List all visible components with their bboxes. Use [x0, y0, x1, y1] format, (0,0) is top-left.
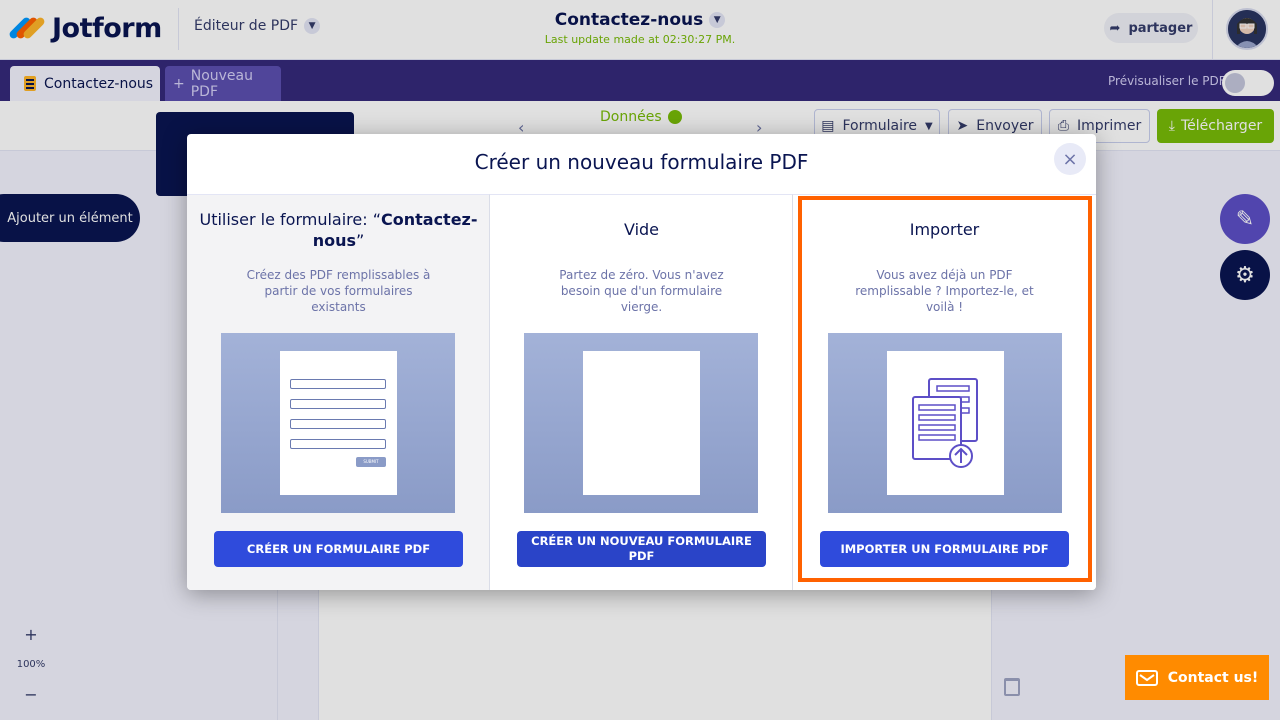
mail-icon	[1135, 669, 1158, 686]
option-use-form[interactable]: Utiliser le formulaire: “Contactez-nous”…	[187, 194, 490, 590]
contact-us-button[interactable]: Contact us!	[1125, 655, 1269, 700]
option-use-form-description: Créez des PDF remplissables à partir de …	[246, 268, 431, 314]
modal-title: Créer un nouveau formulaire PDF	[474, 150, 809, 174]
form-field-line	[290, 379, 386, 389]
contact-us-label: Contact us!	[1167, 669, 1259, 686]
form-field-line	[290, 399, 386, 409]
option-blank-description: Partez de zéro. Vous n'avez besoin que d…	[559, 268, 724, 314]
import-option-highlight	[798, 196, 1092, 582]
option-title-suffix: ”	[356, 231, 365, 250]
option-blank[interactable]: Vide Partez de zéro. Vous n'avez besoin …	[490, 194, 793, 590]
form-preview-illustration: SUBMIT	[221, 333, 455, 513]
create-new-pdf-button[interactable]: CRÉER UN NOUVEAU FORMULAIRE PDF	[517, 531, 766, 567]
close-icon[interactable]: ×	[1054, 143, 1086, 175]
form-sheet: SUBMIT	[280, 351, 397, 495]
option-title-prefix: Utiliser le formulaire: “	[199, 210, 381, 229]
form-field-line	[290, 419, 386, 429]
option-blank-title: Vide	[623, 220, 660, 239]
mini-submit-button: SUBMIT	[356, 457, 386, 467]
option-use-form-title: Utiliser le formulaire: “Contactez-nous”	[197, 209, 480, 251]
blank-preview-illustration	[524, 333, 758, 513]
form-field-line	[290, 439, 386, 449]
blank-sheet	[583, 351, 700, 495]
create-pdf-form-button[interactable]: CRÉER UN FORMULAIRE PDF	[214, 531, 463, 567]
